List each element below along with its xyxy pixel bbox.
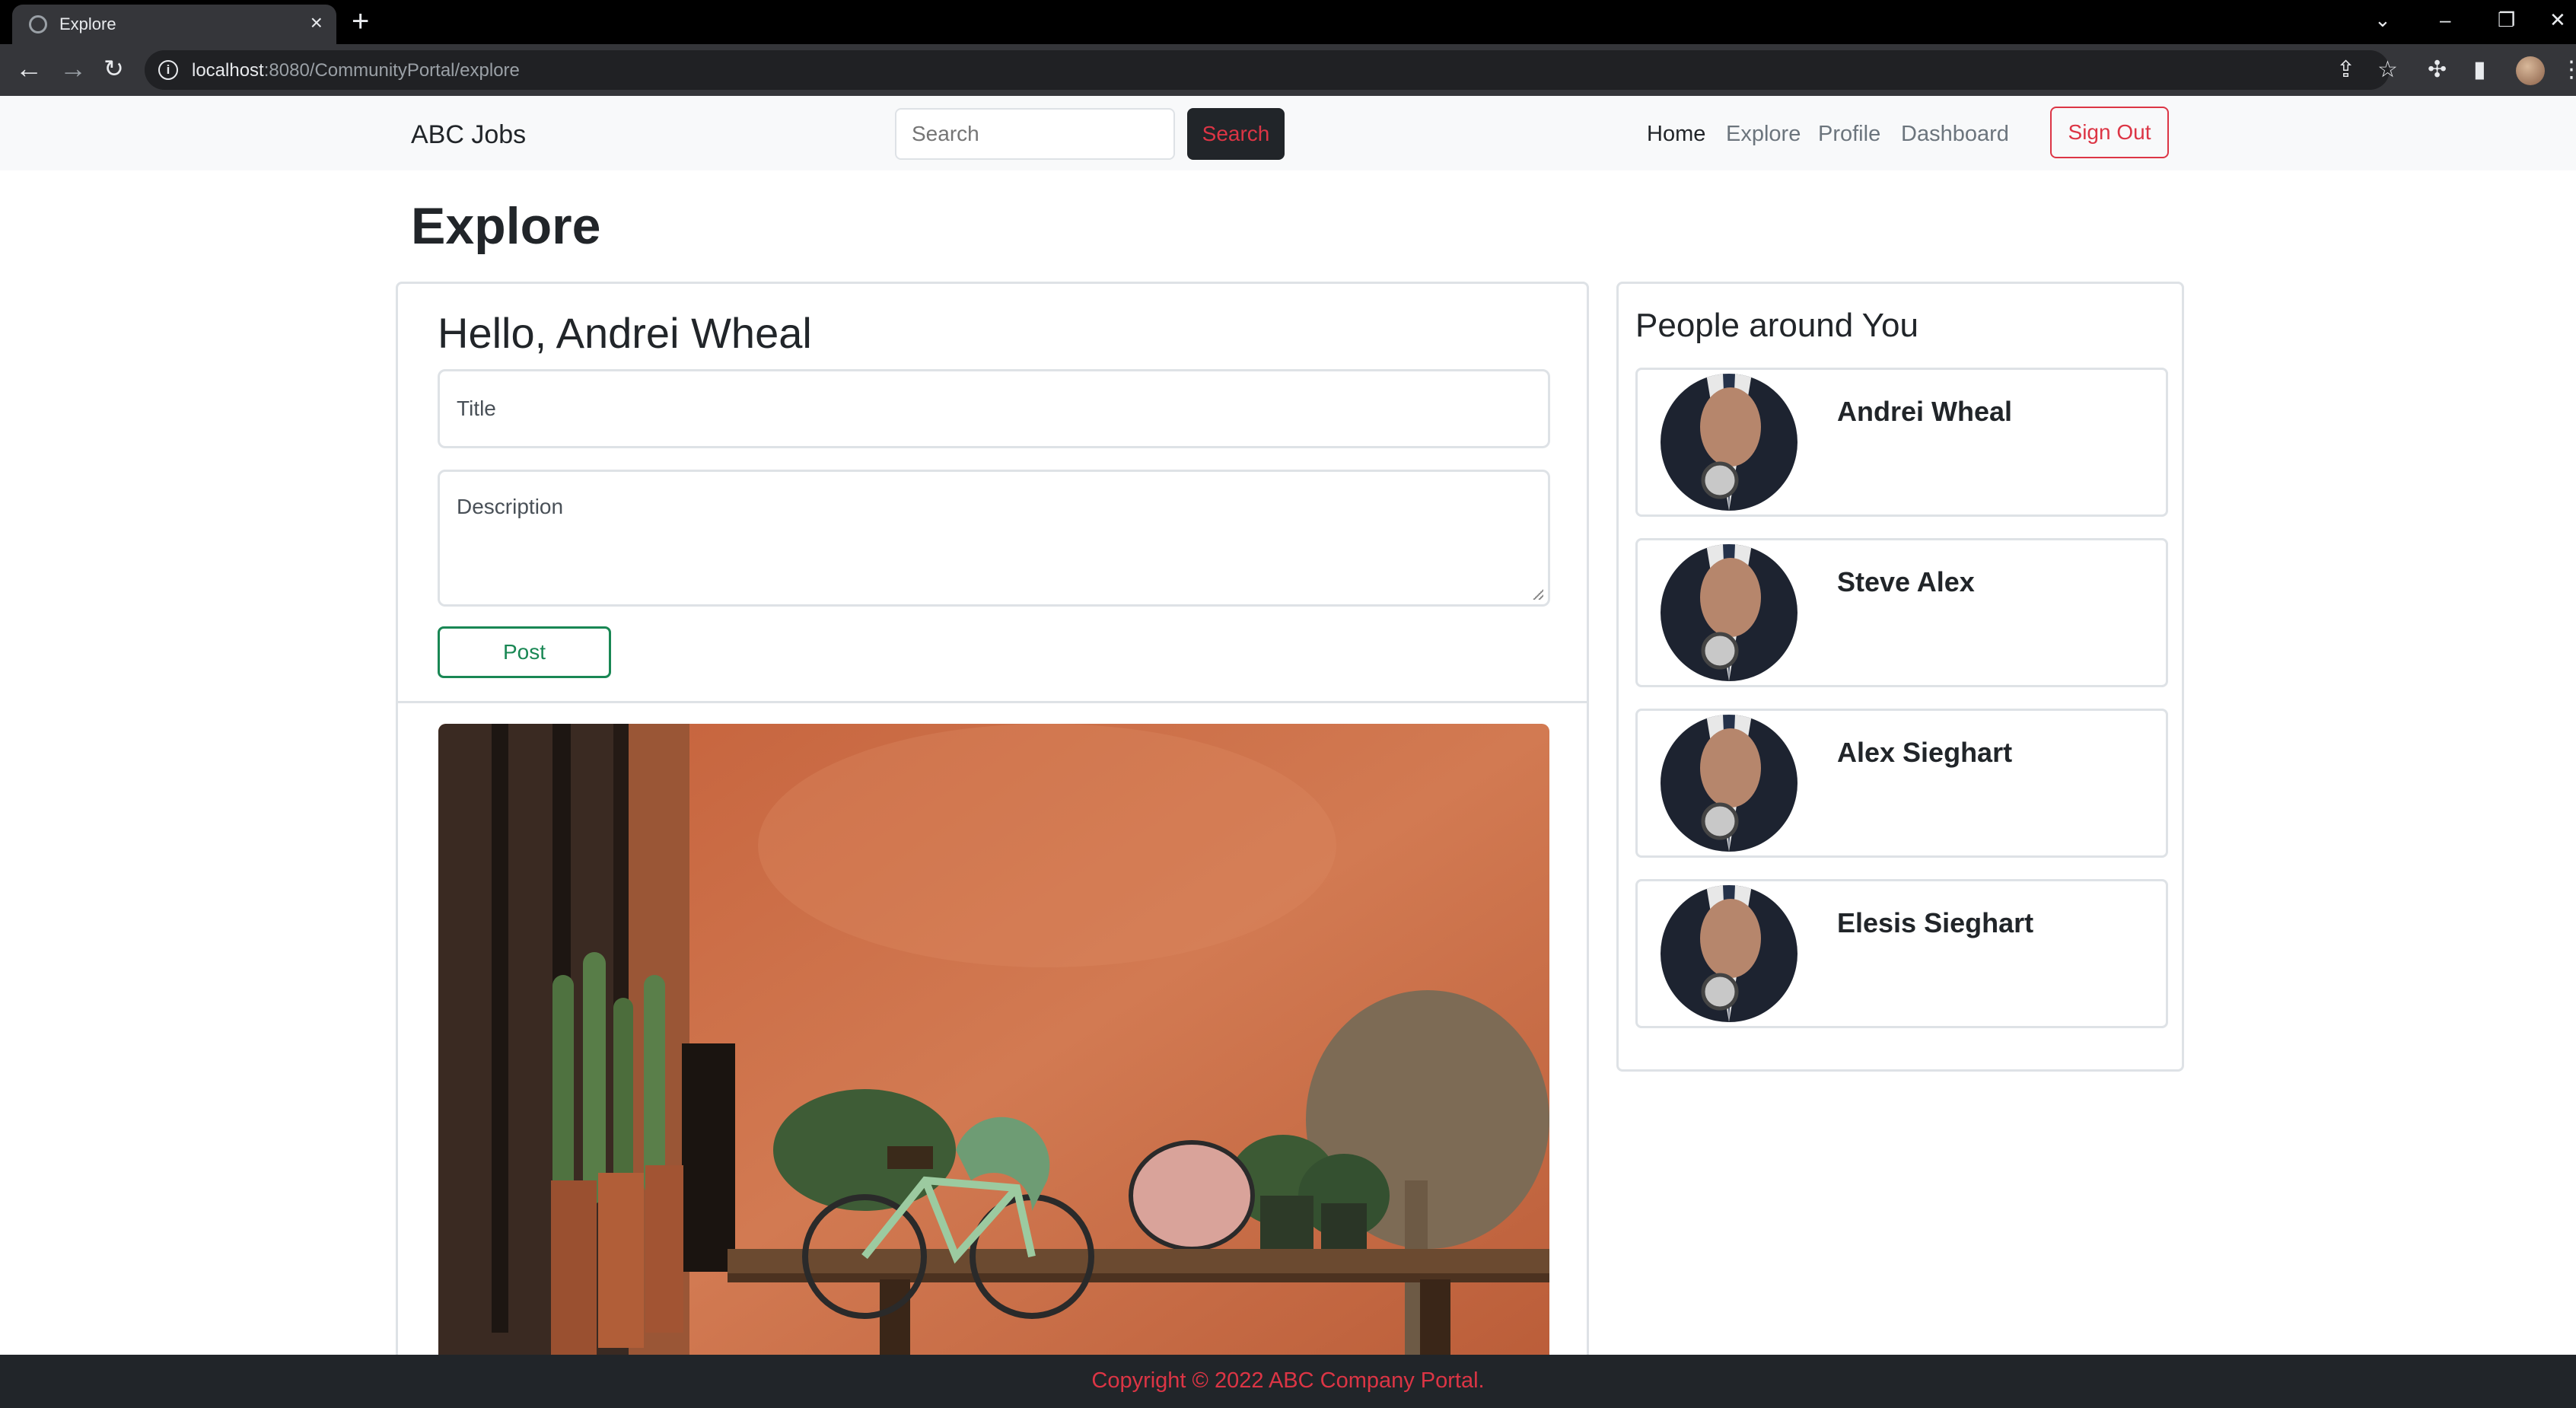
divider xyxy=(398,701,1587,703)
person-name[interactable]: Steve Alex xyxy=(1837,566,1975,598)
search-button[interactable]: Search xyxy=(1187,108,1285,160)
greeting-heading: Hello, Andrei Wheal xyxy=(438,309,812,357)
url-text: localhost:8080/CommunityPortal/explore xyxy=(192,60,520,81)
forward-arrow-icon[interactable]: → xyxy=(59,53,87,84)
person-card[interactable]: Andrei Wheal xyxy=(1635,368,2168,517)
nav-profile[interactable]: Profile xyxy=(1818,122,1880,147)
back-arrow-icon[interactable]: ← xyxy=(15,53,43,84)
profile-avatar[interactable] xyxy=(2516,56,2545,85)
close-icon[interactable]: × xyxy=(310,11,323,34)
sidebar-icon[interactable]: ▮ xyxy=(2473,55,2486,85)
puzzle-icon[interactable]: ✣ xyxy=(2428,55,2447,85)
tab-title: Explore xyxy=(59,14,116,33)
post-title-input[interactable]: Title xyxy=(438,369,1550,448)
person-card[interactable]: Alex Sieghart xyxy=(1635,709,2168,858)
browser-toolbar: ← → ↻ i localhost:8080/CommunityPortal/e… xyxy=(0,44,2576,96)
brand-logo[interactable]: ABC Jobs xyxy=(411,120,526,150)
person-card[interactable]: Elesis Sieghart xyxy=(1635,879,2168,1028)
description-placeholder: Description xyxy=(457,495,564,518)
restore-icon[interactable]: ❐ xyxy=(2498,5,2515,35)
menu-dots-icon[interactable]: ⋮ xyxy=(2560,55,2576,85)
window-close-icon[interactable]: ✕ xyxy=(2549,5,2566,35)
star-icon[interactable]: ☆ xyxy=(2377,55,2398,85)
person-avatar[interactable] xyxy=(1661,885,1797,1022)
person-name[interactable]: Elesis Sieghart xyxy=(1837,907,2033,939)
feed-card: Hello, Andrei Wheal Title Description Po… xyxy=(396,282,1589,1408)
copyright-text: Copyright © 2022 ABC Company Portal. xyxy=(1091,1368,1485,1393)
search-input[interactable] xyxy=(895,108,1175,160)
people-card: People around You Andrei Wheal Steve Ale… xyxy=(1616,282,2184,1072)
nav-home[interactable]: Home xyxy=(1647,122,1705,147)
globe-icon xyxy=(29,15,47,33)
share-icon[interactable]: ⇪ xyxy=(2336,55,2355,85)
people-heading: People around You xyxy=(1635,307,1918,344)
address-bar[interactable]: i localhost:8080/CommunityPortal/explore… xyxy=(145,50,2390,90)
resize-grip-icon[interactable] xyxy=(1533,589,1543,600)
site-navbar: ABC Jobs Search Home Explore Profile Das… xyxy=(0,96,2576,170)
reload-icon[interactable]: ↻ xyxy=(103,53,124,84)
post-image xyxy=(438,724,1549,1408)
person-card[interactable]: Steve Alex xyxy=(1635,538,2168,687)
browser-tab-bar: Explore × + ⌄ – ❐ ✕ xyxy=(0,0,2576,44)
plus-icon[interactable]: + xyxy=(352,6,369,37)
info-icon[interactable]: i xyxy=(158,60,178,80)
post-button[interactable]: Post xyxy=(438,626,611,678)
minimize-icon[interactable]: – xyxy=(2440,5,2450,35)
person-avatar[interactable] xyxy=(1661,544,1797,681)
chevron-down-icon[interactable]: ⌄ xyxy=(2374,5,2391,35)
sign-out-button[interactable]: Sign Out xyxy=(2050,107,2169,158)
person-name[interactable]: Alex Sieghart xyxy=(1837,737,2012,769)
person-avatar[interactable] xyxy=(1661,374,1797,511)
nav-explore[interactable]: Explore xyxy=(1726,122,1801,147)
nav-dashboard[interactable]: Dashboard xyxy=(1901,122,2009,147)
post-description-textarea[interactable]: Description xyxy=(438,470,1550,607)
site-footer: Copyright © 2022 ABC Company Portal. xyxy=(0,1355,2576,1408)
page-title: Explore xyxy=(411,197,601,255)
courtyard-bicycle-photo xyxy=(438,724,1549,1408)
person-name[interactable]: Andrei Wheal xyxy=(1837,396,2012,428)
person-avatar[interactable] xyxy=(1661,715,1797,852)
browser-tab-explore[interactable]: Explore × xyxy=(12,5,336,44)
